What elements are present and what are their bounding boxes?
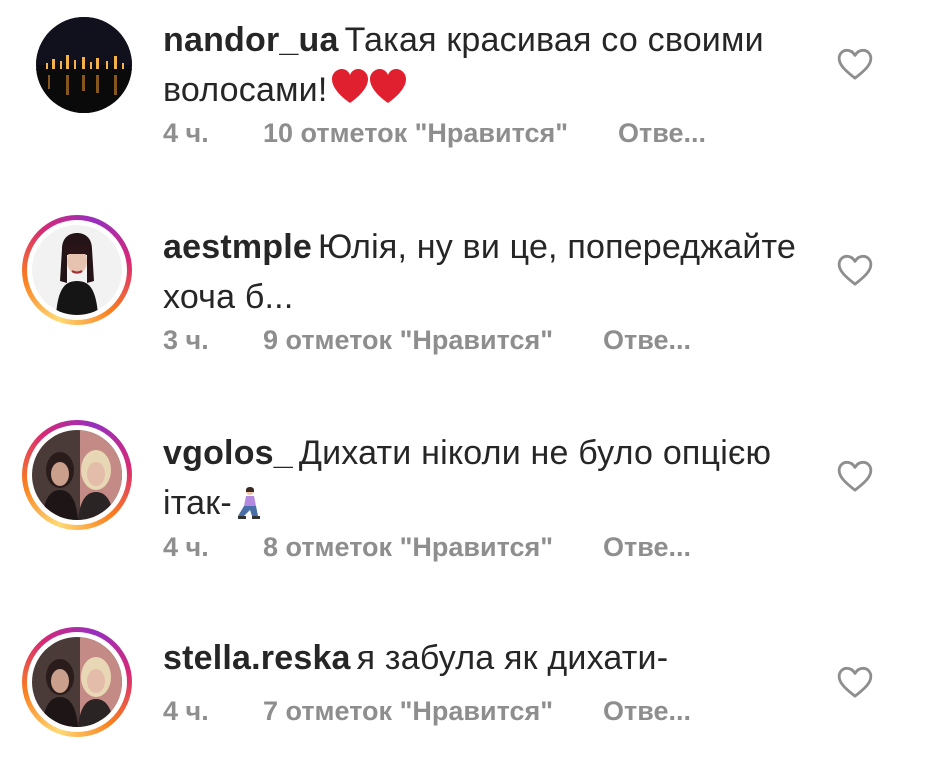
comment-likes-count[interactable]: 8 отметок "Нравится" xyxy=(263,532,553,563)
comment-meta: 4 ч. 10 отметок "Нравится" Отве... xyxy=(163,118,706,149)
comment-meta: 4 ч. 8 отметок "Нравится" Отве... xyxy=(163,532,691,563)
avatar-image xyxy=(32,637,122,727)
avatar-image xyxy=(32,430,122,520)
heart-outline-icon xyxy=(837,666,873,698)
like-button[interactable] xyxy=(835,44,875,84)
avatar[interactable] xyxy=(22,215,132,325)
comment-text-block: nandor_ua Такая красивая со своими волоса… xyxy=(163,15,803,119)
avatar-image xyxy=(32,225,122,315)
reply-button[interactable]: Отве... xyxy=(603,532,691,563)
reply-button[interactable]: Отве... xyxy=(603,325,691,356)
comment-likes-count[interactable]: 7 отметок "Нравится" xyxy=(263,696,553,727)
heart-emoji-icon xyxy=(331,69,406,119)
comment-time: 4 ч. xyxy=(163,532,209,562)
comment-time: 3 ч. xyxy=(163,325,209,355)
comment-likes-count[interactable]: 9 отметок "Нравится" xyxy=(263,325,553,356)
comment-body: я забула як дихати- xyxy=(356,639,669,677)
comment-meta: 4 ч. 7 отметок "Нравится" Отве... xyxy=(163,696,691,727)
comment-text-block: vgolos_ Дихати ніколи не було опцією ітак… xyxy=(163,428,803,534)
like-button[interactable] xyxy=(835,250,875,290)
heart-outline-icon xyxy=(837,460,873,492)
heart-outline-icon xyxy=(837,48,873,80)
comment-likes-count[interactable]: 10 отметок "Нравится" xyxy=(263,118,568,149)
comment-username[interactable]: stella.reska xyxy=(163,639,351,677)
avatar[interactable] xyxy=(36,17,132,113)
avatar[interactable] xyxy=(22,420,132,530)
comment-username[interactable]: vgolos_ xyxy=(163,434,293,472)
like-button[interactable] xyxy=(835,662,875,702)
reply-button[interactable]: Отве... xyxy=(603,696,691,727)
comment-time: 4 ч. xyxy=(163,118,209,148)
comment-meta: 3 ч. 9 отметок "Нравится" Отве... xyxy=(163,325,691,356)
comment-text-block: aestmple Юлія, ну ви це, попереджайте хоч… xyxy=(163,222,803,322)
like-button[interactable] xyxy=(835,456,875,496)
comment-username[interactable]: aestmple xyxy=(163,228,312,266)
comment-time: 4 ч. xyxy=(163,696,209,726)
reply-button[interactable]: Отве... xyxy=(618,118,706,149)
comment-text-block: stella.reska я забула як дихати- xyxy=(163,633,803,683)
avatar-image xyxy=(36,17,132,113)
avatar[interactable] xyxy=(22,627,132,737)
heart-outline-icon xyxy=(837,254,873,286)
kneeling-person-emoji-icon xyxy=(234,484,264,534)
comment-username[interactable]: nandor_ua xyxy=(163,21,339,59)
